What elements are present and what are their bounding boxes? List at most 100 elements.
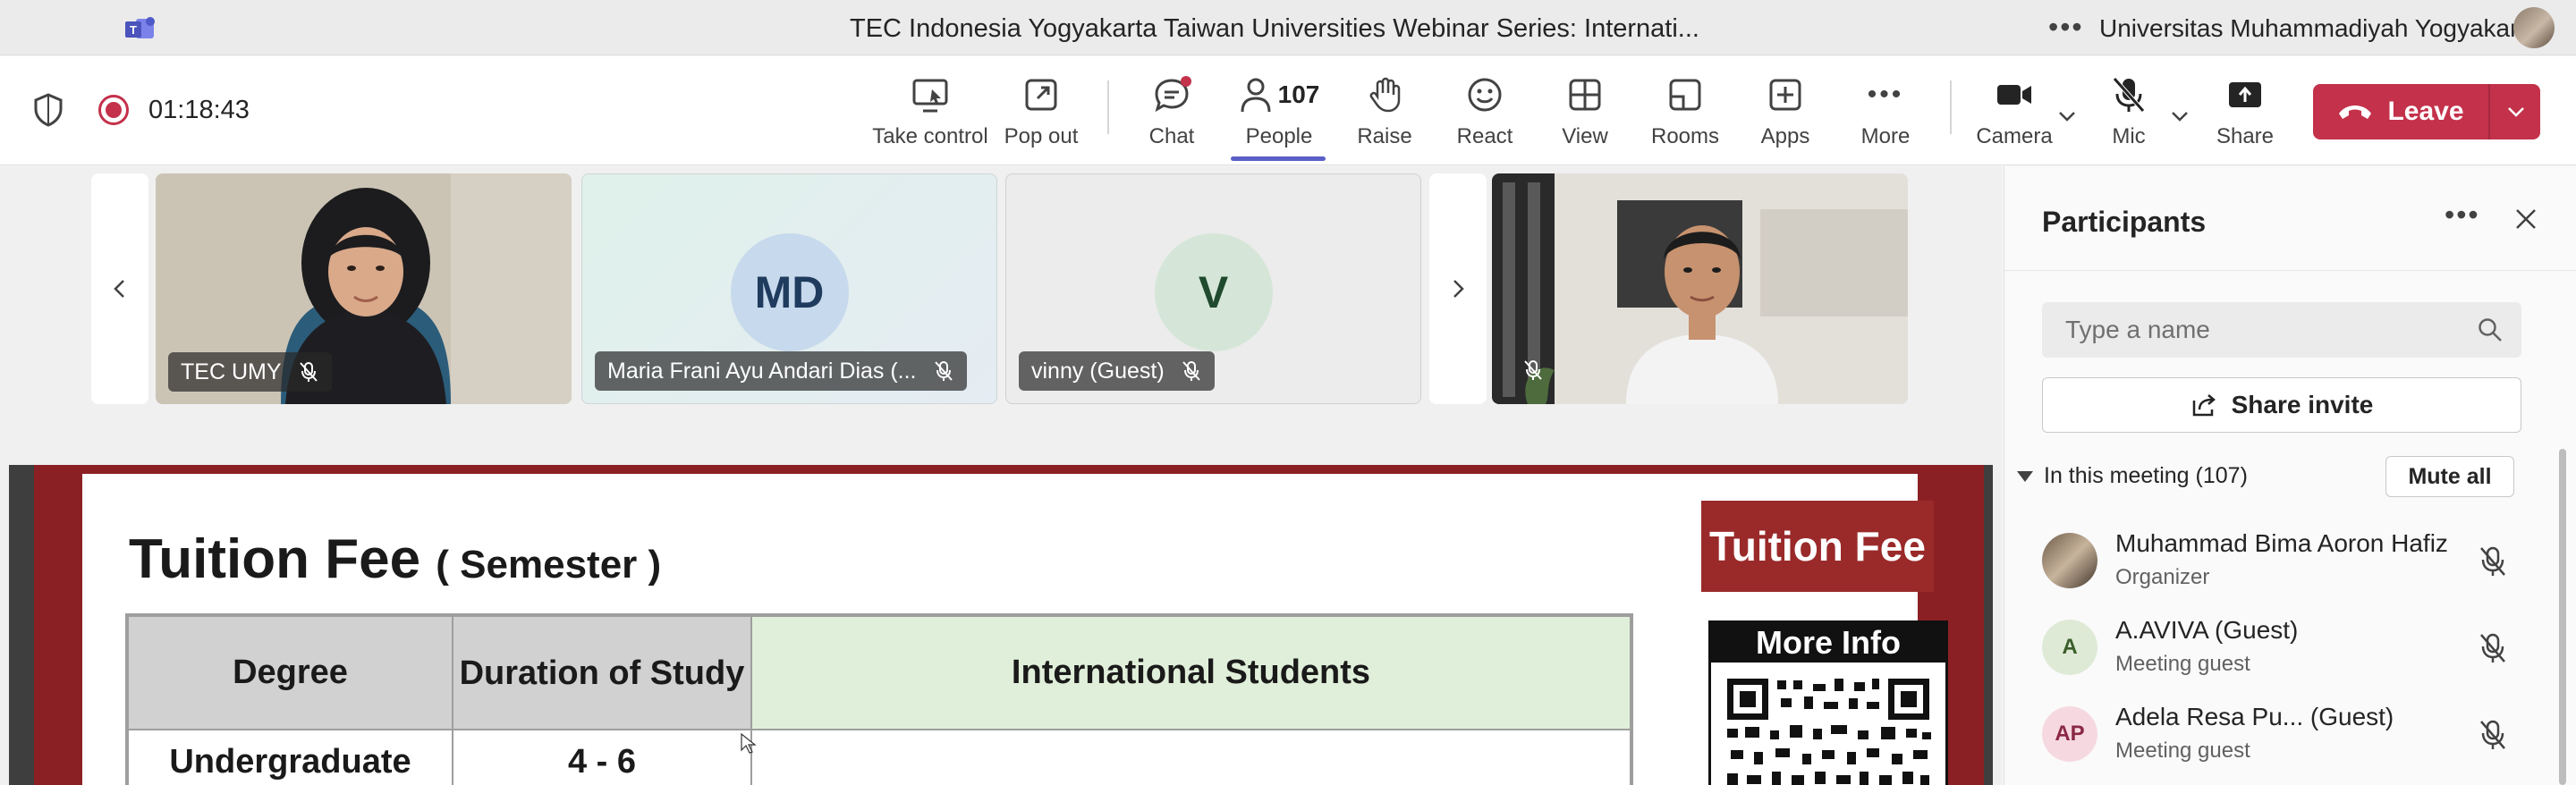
more-actions-button[interactable]: ••• More (1832, 74, 1939, 160)
add-apps-icon (1769, 79, 1801, 111)
rooms-icon (1669, 79, 1701, 111)
participant-row[interactable]: Muhammad Bima Aoron Hafiz Organizer (2042, 524, 2543, 608)
mic-options-chevron-icon[interactable] (2168, 105, 2191, 128)
user-avatar[interactable] (2513, 7, 2555, 48)
grid-view-icon (1569, 79, 1601, 111)
participant-name: A.AVIVA (Guest) (2115, 616, 2299, 644)
meeting-status: 01:18:43 (32, 92, 250, 128)
share-screen-icon (2229, 82, 2261, 107)
share-invite-button[interactable]: Share invite (2042, 377, 2521, 433)
video-tile[interactable] (1492, 173, 1908, 404)
video-tile[interactable]: MD Maria Frani Ayu Andari Dias (... (581, 173, 997, 404)
leave-button[interactable]: Leave (2313, 84, 2540, 139)
caret-down-icon (2017, 470, 2033, 482)
apps-button[interactable]: Apps (1732, 74, 1839, 160)
camera-button[interactable]: Camera (1961, 74, 2068, 160)
gallery-previous-button[interactable] (91, 173, 148, 404)
participant-row[interactable]: AP Adela Resa Pu... (Guest) Meeting gues… (2042, 697, 2543, 781)
leave-main-button[interactable]: Leave (2313, 84, 2490, 139)
people-icon (1241, 78, 1271, 113)
people-active-indicator (1231, 156, 1326, 161)
table-header: Duration of Study (452, 614, 752, 730)
chevron-down-icon (2508, 107, 2524, 117)
participant-avatar (2042, 533, 2097, 588)
leave-options-button[interactable] (2492, 84, 2540, 139)
leave-label: Leave (2387, 97, 2464, 126)
participant-name: Adela Resa Pu... (Guest) (2115, 703, 2394, 730)
rooms-button[interactable]: Rooms (1631, 74, 1739, 160)
panel-title: Participants (2042, 206, 2207, 238)
table-cell (750, 729, 1632, 785)
slide-background: Tuition Fee ( Semester ) Degree Duration… (34, 465, 1984, 785)
raise-hand-icon (1369, 77, 1401, 113)
shared-screen[interactable]: Tuition Fee ( Semester ) Degree Duration… (9, 465, 1993, 785)
take-control-button[interactable]: Take control (871, 74, 989, 160)
view-label: View (1562, 124, 1608, 148)
video-tile[interactable]: TEC UMY (156, 173, 572, 404)
participant-name-tag: TEC UMY (168, 352, 332, 392)
mic-off-icon (299, 362, 318, 382)
tuition-table: Degree Duration of Study International S… (125, 613, 1633, 785)
chat-button[interactable]: Chat (1118, 74, 1225, 160)
table-cell: 4 - 6 (452, 729, 752, 785)
participant-avatar: A (2042, 620, 2097, 675)
meeting-timer: 01:18:43 (148, 95, 250, 124)
share-invite-label: Share invite (2231, 391, 2374, 418)
more-label: More (1860, 124, 1911, 148)
chat-label: Chat (1148, 124, 1195, 148)
react-button[interactable]: React (1431, 74, 1538, 160)
more-info-box: More Info (1708, 620, 1948, 785)
smile-icon (1468, 78, 1502, 112)
close-icon[interactable] (2514, 207, 2538, 231)
people-label: People (1245, 124, 1313, 148)
recording-icon (98, 95, 129, 125)
mic-off-icon[interactable] (2479, 632, 2507, 664)
slide-content: Tuition Fee ( Semester ) Degree Duration… (82, 474, 1948, 785)
toolbar-divider (1107, 80, 1109, 134)
pop-out-icon (1025, 79, 1057, 111)
pop-out-button[interactable]: Pop out (987, 74, 1095, 160)
participant-initials-avatar: V (1154, 233, 1273, 351)
share-button[interactable]: Share (2191, 74, 2299, 160)
mic-off-icon (1182, 361, 1200, 381)
raise-label: Raise (1357, 124, 1412, 148)
mic-off-icon (1524, 360, 1542, 380)
panel-scrollbar[interactable] (2559, 449, 2566, 785)
ellipsis-icon: ••• (1867, 80, 1904, 109)
table-header: Degree (126, 614, 453, 730)
people-button[interactable]: 107 People (1224, 74, 1335, 160)
share-label: Share (2216, 124, 2275, 148)
in-meeting-section-toggle[interactable]: In this meeting (107) (2017, 463, 2248, 489)
rooms-label: Rooms (1650, 124, 1720, 148)
participant-name-tag: vinny (Guest) (1019, 351, 1215, 391)
search-input[interactable] (2065, 313, 2459, 347)
ellipsis-icon[interactable]: ••• (2048, 11, 2084, 44)
people-count: 107 (1277, 80, 1320, 108)
video-tile[interactable]: V vinny (Guest) (1005, 173, 1421, 404)
mic-button[interactable]: Mic (2075, 74, 2182, 160)
participant-row[interactable]: A A.AVIVA (Guest) Meeting guest (2042, 611, 2543, 695)
mic-label: Mic (2112, 124, 2146, 148)
raise-hand-button[interactable]: Raise (1331, 74, 1438, 160)
view-button[interactable]: View (1531, 74, 1639, 160)
participant-avatar: AP (2042, 706, 2097, 762)
mic-off-icon[interactable] (2479, 719, 2507, 751)
mute-all-button[interactable]: Mute all (2385, 456, 2514, 497)
table-cell: Undergraduate (126, 729, 453, 785)
hang-up-icon (2339, 106, 2372, 119)
camera-label: Camera (1976, 124, 2053, 148)
mic-off-icon[interactable] (2479, 545, 2507, 578)
organization-name[interactable]: Universitas Muhammadiyah Yogyakarta (2099, 14, 2539, 43)
ellipsis-icon[interactable]: ••• (2445, 198, 2480, 232)
teams-logo-icon: T (125, 17, 155, 38)
apps-label: Apps (1760, 124, 1810, 148)
more-info-header: More Info (1711, 623, 1945, 663)
gallery-next-button[interactable] (1429, 173, 1487, 404)
participant-initials-avatar: MD (730, 233, 849, 351)
react-label: React (1456, 124, 1513, 148)
participant-search (2042, 302, 2521, 358)
svg-text:T: T (130, 23, 137, 37)
participants-panel: Participants ••• Share invite In this me… (2004, 166, 2576, 785)
shield-icon[interactable] (32, 92, 64, 128)
window-title: TEC Indonesia Yogyakarta Taiwan Universi… (850, 14, 1699, 43)
